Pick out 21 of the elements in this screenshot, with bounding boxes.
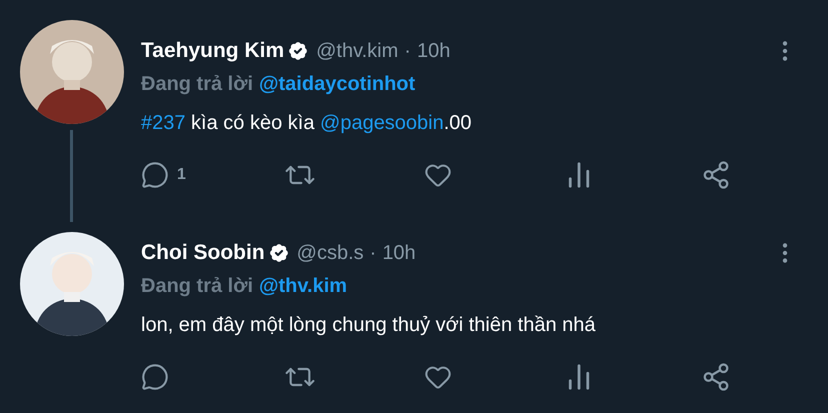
tweet-time[interactable]: 10h <box>382 238 416 268</box>
tweet-time[interactable]: 10h <box>416 36 450 66</box>
reply-icon[interactable] <box>141 363 169 391</box>
share-icon[interactable] <box>701 362 731 392</box>
mention-link[interactable]: @pagesoobin <box>320 112 444 134</box>
tweet-text: lon, em đây một lòng chung thuỷ với thiên thần nhá <box>141 313 597 338</box>
reply-count: 1 <box>177 165 186 185</box>
tweet-text: #237 kìa có kèo kìa @pagesoobin.00 <box>141 111 473 136</box>
share-icon[interactable] <box>701 160 731 190</box>
user-handle[interactable]: @csb.s <box>296 238 364 268</box>
reply-icon[interactable] <box>141 161 169 189</box>
separator-dot: · <box>370 241 376 266</box>
hashtag-link[interactable]: #237 <box>141 112 186 134</box>
user-name[interactable]: Choi Soobin <box>141 237 265 269</box>
reply-label: Đang trả lời <box>141 72 254 97</box>
user-handle[interactable]: @thv.kim <box>316 36 398 66</box>
mention-link[interactable]: @taidaycotinhot <box>259 69 416 99</box>
reply-label: Đang trả lời <box>141 274 254 299</box>
mention-link[interactable]: @thv.kim <box>259 271 348 301</box>
user-name[interactable]: Taehyung Kim <box>141 35 284 67</box>
separator-dot: · <box>404 39 411 64</box>
